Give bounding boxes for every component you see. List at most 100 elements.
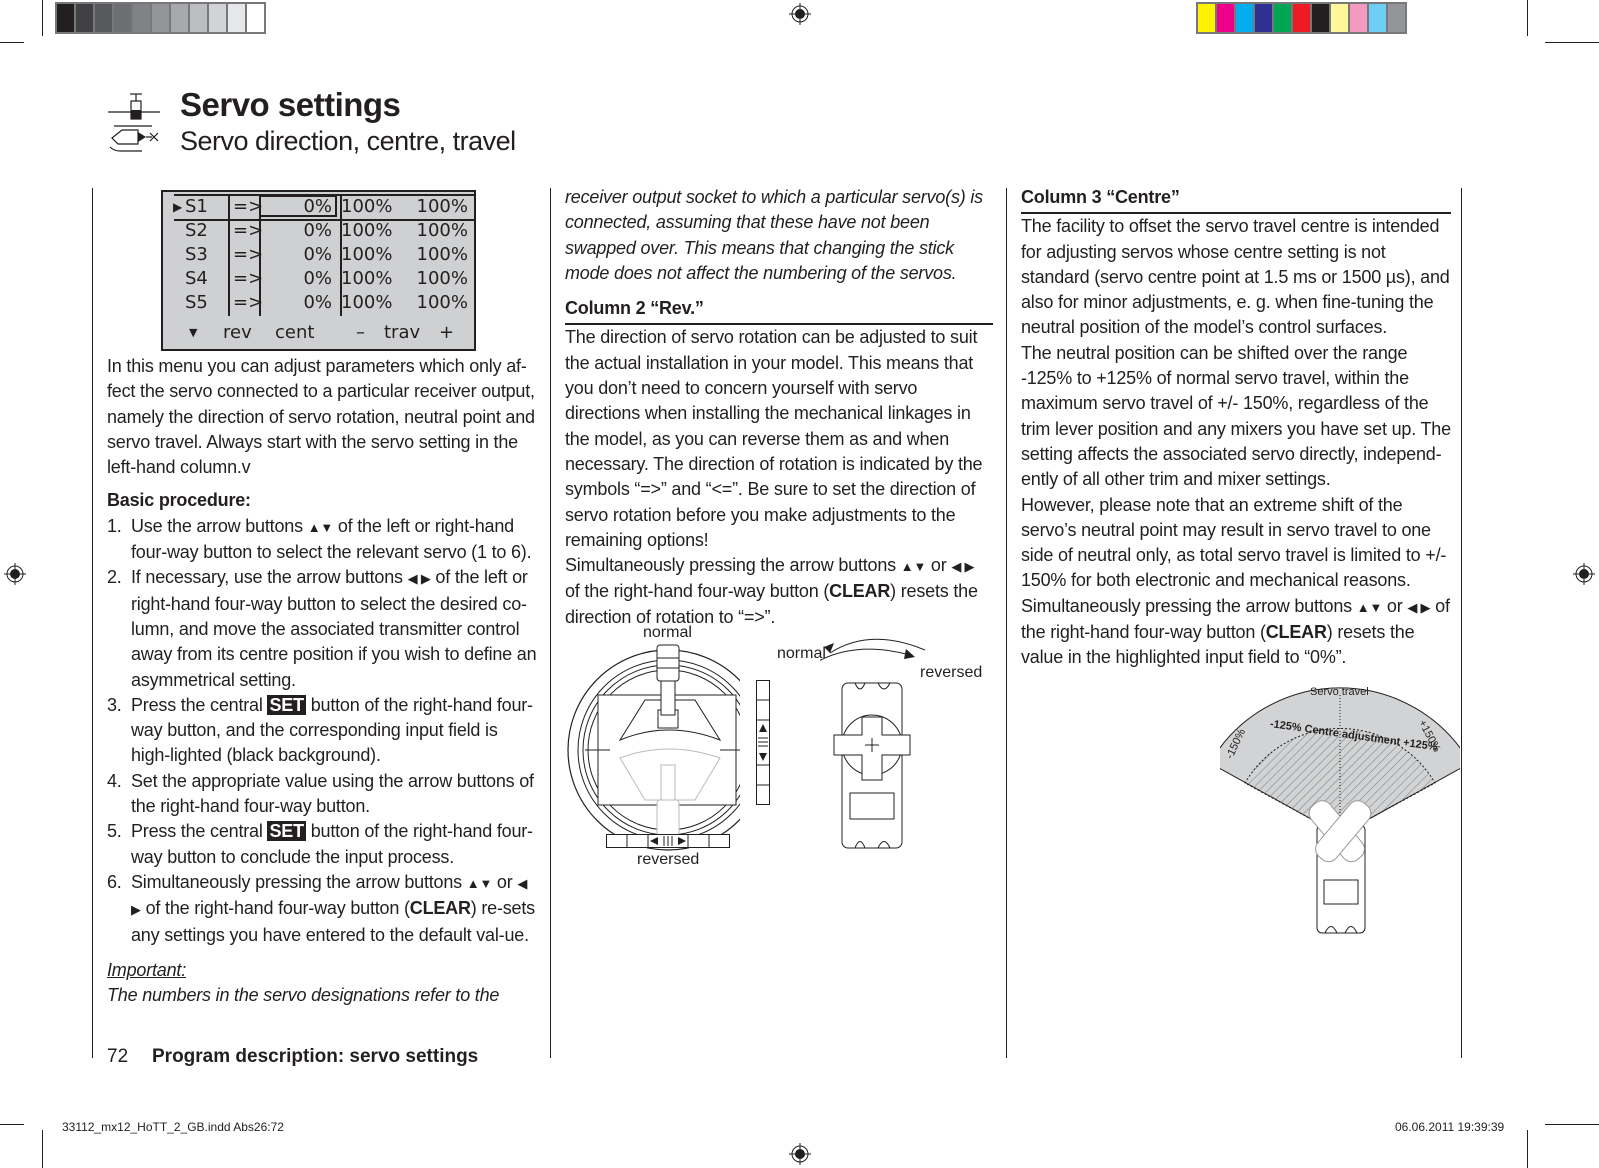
lcd-servo-row[interactable]: ▶ S1 => 0% 100% 100%	[163, 196, 474, 219]
color-swatch	[1388, 4, 1405, 32]
servo-label: S1	[185, 196, 208, 217]
servo-label: S3	[185, 244, 208, 265]
cent-value: 0%	[303, 196, 332, 217]
registration-mark-icon	[4, 563, 26, 585]
lcd-label-plus: +	[439, 322, 455, 343]
servo-settings-lcd: ▶ S1 => 0% 100% 100% S2 => 0% 100% 100% S3 => 0% 100% 1…	[161, 190, 476, 351]
trav-plus-value: 100%	[416, 220, 468, 241]
clear-keyword: CLEAR	[829, 581, 891, 602]
important-text: The numbers in the servo designations re…	[107, 985, 500, 1006]
horizontal-trim-slider	[606, 834, 730, 848]
procedure-step: 2. If necessary, use the arrow buttons ◀ …	[107, 567, 537, 690]
color-swatch	[1217, 4, 1236, 32]
color-swatch	[1255, 4, 1274, 32]
page-title: Servo settings	[180, 86, 401, 123]
procedure-step: 3. Press the central SET button of the ri…	[107, 694, 533, 766]
lcd-servo-row[interactable]: S4 => 0% 100% 100%	[163, 268, 474, 291]
gray-swatch	[247, 4, 264, 32]
cent-value: 0%	[303, 268, 332, 289]
control-stick-diagram	[567, 644, 740, 851]
registration-mark-icon	[1573, 563, 1595, 585]
rev-paragraph: The direction of servo rotation can be a…	[565, 327, 983, 550]
column-3-centre-heading: Column 3 “Centre”	[1021, 185, 1451, 215]
lcd-label-rev: rev	[223, 322, 252, 343]
cent-value: 0%	[303, 244, 332, 265]
trav-minus-value: 100%	[341, 196, 393, 217]
color-swatch	[1369, 4, 1388, 32]
gray-swatch	[228, 4, 247, 32]
servo-label: S4	[185, 268, 208, 289]
trav-minus-value: 100%	[341, 292, 393, 313]
trav-plus-value: 100%	[416, 244, 468, 265]
helicopter-icon	[109, 125, 159, 152]
servo-direction-diagram	[820, 638, 926, 849]
step-number: 3.	[107, 694, 122, 715]
trav-plus-value: 100%	[416, 292, 468, 313]
color-calibration-bar	[1196, 2, 1407, 34]
cent-value: 0%	[303, 292, 332, 313]
gray-swatch	[152, 4, 171, 32]
centre-clear-paragraph: Simultaneously pressing the arrow button…	[1021, 595, 1450, 668]
slug-file-info: 33112_mx12_HoTT_2_GB.indd Abs26:72	[62, 1120, 284, 1134]
servo-label: S2	[185, 220, 208, 241]
vertical-trim-slider	[756, 680, 770, 805]
lcd-servo-row[interactable]: S2 => 0% 100% 100%	[163, 220, 474, 243]
clear-keyword: CLEAR	[409, 898, 471, 919]
page-subtitle: Servo direction, centre, travel	[180, 126, 516, 156]
step-number: 4.	[107, 770, 122, 791]
trav-minus-value: 100%	[341, 220, 393, 241]
column-divider	[1006, 188, 1007, 1058]
centre-paragraph-2: The neutral position can be shifted over…	[1021, 342, 1451, 490]
important-continuation: receiver output socket to which a partic…	[565, 187, 983, 283]
step-number: 1.	[107, 515, 122, 536]
column-1: In this menu you can adjust parameters w…	[107, 354, 537, 1008]
lcd-servo-row[interactable]: S3 => 0% 100% 100%	[163, 244, 474, 267]
color-swatch	[1293, 4, 1312, 32]
centre-paragraph-1: The facility to offset the servo travel …	[1021, 216, 1450, 338]
color-swatch	[1274, 4, 1293, 32]
procedure-step: 1. Use the arrow buttons ▲▼ of the left o…	[107, 515, 532, 563]
crop-mark	[1527, 0, 1528, 36]
servo-travel-title: Servo travel	[1310, 686, 1369, 698]
up-down-arrows-icon: ▲▼	[1356, 599, 1383, 615]
arrow-buttons-icon: ▲▼	[466, 875, 493, 891]
color-swatch	[1350, 4, 1369, 32]
servo-label: S5	[185, 292, 208, 313]
rev-clear-paragraph: Simultaneously pressing the arrow button…	[565, 555, 978, 627]
lcd-label-trav: trav	[384, 322, 421, 343]
procedure-steps: 1. Use the arrow buttons ▲▼ of the left o…	[107, 514, 537, 948]
rev-value: =>	[233, 220, 264, 241]
page-number: 72	[107, 1046, 129, 1067]
basic-procedure-heading: Basic procedure:	[107, 490, 251, 511]
set-button-label: SET	[267, 694, 306, 715]
trav-minus-value: 100%	[341, 268, 393, 289]
left-right-arrows-icon: ◀ ▶	[951, 559, 975, 575]
procedure-step: 4. Set the appropriate value using the ar…	[107, 770, 534, 817]
arrow-buttons-icon: ▲▼	[307, 519, 334, 535]
lcd-label-minus: –	[356, 322, 365, 343]
trav-plus-value: 100%	[416, 268, 468, 289]
rev-value: =>	[233, 244, 264, 265]
centre-paragraph-3: However, please note that an extreme shi…	[1021, 494, 1447, 591]
crop-mark	[0, 42, 24, 43]
column-divider	[550, 188, 551, 1058]
lcd-label-cent: cent	[275, 322, 315, 343]
gray-swatch	[171, 4, 190, 32]
gray-swatch	[95, 4, 114, 32]
selection-marker-icon: ▶	[173, 200, 183, 214]
column-divider	[92, 188, 93, 1058]
step-number: 2.	[107, 567, 122, 588]
important-label: Important:	[107, 959, 187, 980]
set-button-label: SET	[267, 821, 306, 842]
step-number: 5.	[107, 821, 122, 842]
crop-mark	[1545, 1124, 1599, 1125]
color-swatch	[1331, 4, 1350, 32]
slug-timestamp: 06.06.2011 19:39:39	[1395, 1120, 1505, 1134]
airplane-icon	[108, 93, 160, 120]
scroll-down-icon: ▼	[189, 326, 198, 339]
color-swatch	[1198, 4, 1217, 32]
rev-value: =>	[233, 196, 264, 217]
lcd-servo-row[interactable]: S5 => 0% 100% 100%	[163, 292, 474, 315]
procedure-step: 5. Press the central SET button of the ri…	[107, 821, 533, 867]
gray-swatch	[76, 4, 95, 32]
